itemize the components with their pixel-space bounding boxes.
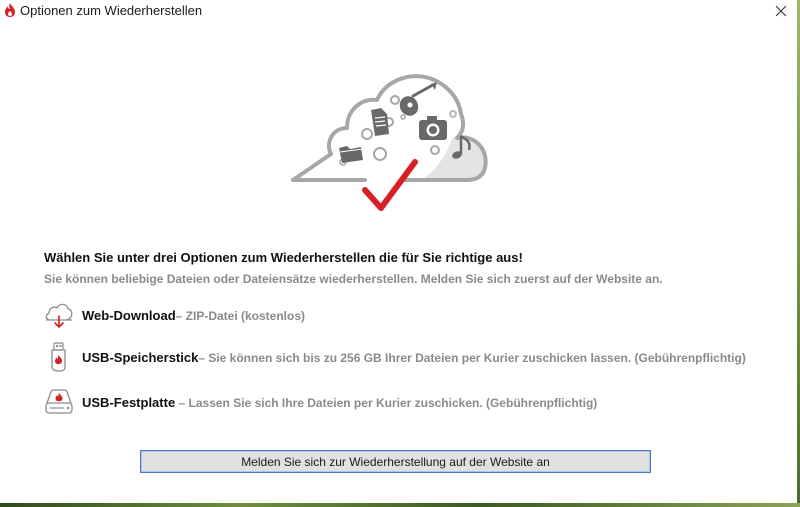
backblaze-flame-icon: [4, 3, 16, 17]
option-description: – Sie können sich bis zu 256 GB Ihrer Da…: [198, 351, 746, 365]
checkmark-icon: [362, 159, 418, 211]
option-description: – Lassen Sie sich Ihre Dateien per Kurie…: [175, 396, 598, 410]
desktop-background-strip: [0, 503, 800, 507]
restore-options-dialog: Optionen zum Wiederherstellen Wählen Sie…: [0, 0, 798, 504]
title-bar: Optionen zum Wiederherstellen: [0, 0, 797, 22]
guitar-icon: [399, 82, 437, 116]
folder-icon: [339, 146, 364, 163]
option-title: Web-Download: [82, 308, 176, 323]
page-heading: Wählen Sie unter drei Optionen zum Wiede…: [44, 250, 523, 265]
option-title: USB-Speicherstick: [82, 350, 199, 365]
close-button[interactable]: [766, 0, 796, 22]
usb-hard-drive-icon: [44, 387, 74, 417]
option-web-download: Web-Download– ZIP-Datei (kostenlos): [44, 300, 764, 330]
option-title: USB-Festplatte: [82, 395, 176, 410]
option-usb-stick: USB-Speicherstick– Sie können sich bis z…: [44, 342, 764, 372]
cloud-download-icon: [44, 300, 74, 330]
window-title: Optionen zum Wiederherstellen: [20, 3, 203, 18]
page-subheading: Sie können beliebige Dateien oder Dateie…: [44, 272, 663, 286]
camera-icon: [419, 116, 447, 140]
document-icon: [371, 108, 389, 136]
usb-stick-icon: [44, 342, 74, 372]
option-description: – ZIP-Datei (kostenlos): [175, 309, 305, 323]
login-website-button[interactable]: Melden Sie sich zur Wiederherstellung au…: [140, 450, 651, 473]
restore-illustration: [285, 62, 495, 222]
close-icon: [775, 5, 787, 17]
option-usb-hard-drive: USB-Festplatte – Lassen Sie sich Ihre Da…: [44, 387, 764, 417]
